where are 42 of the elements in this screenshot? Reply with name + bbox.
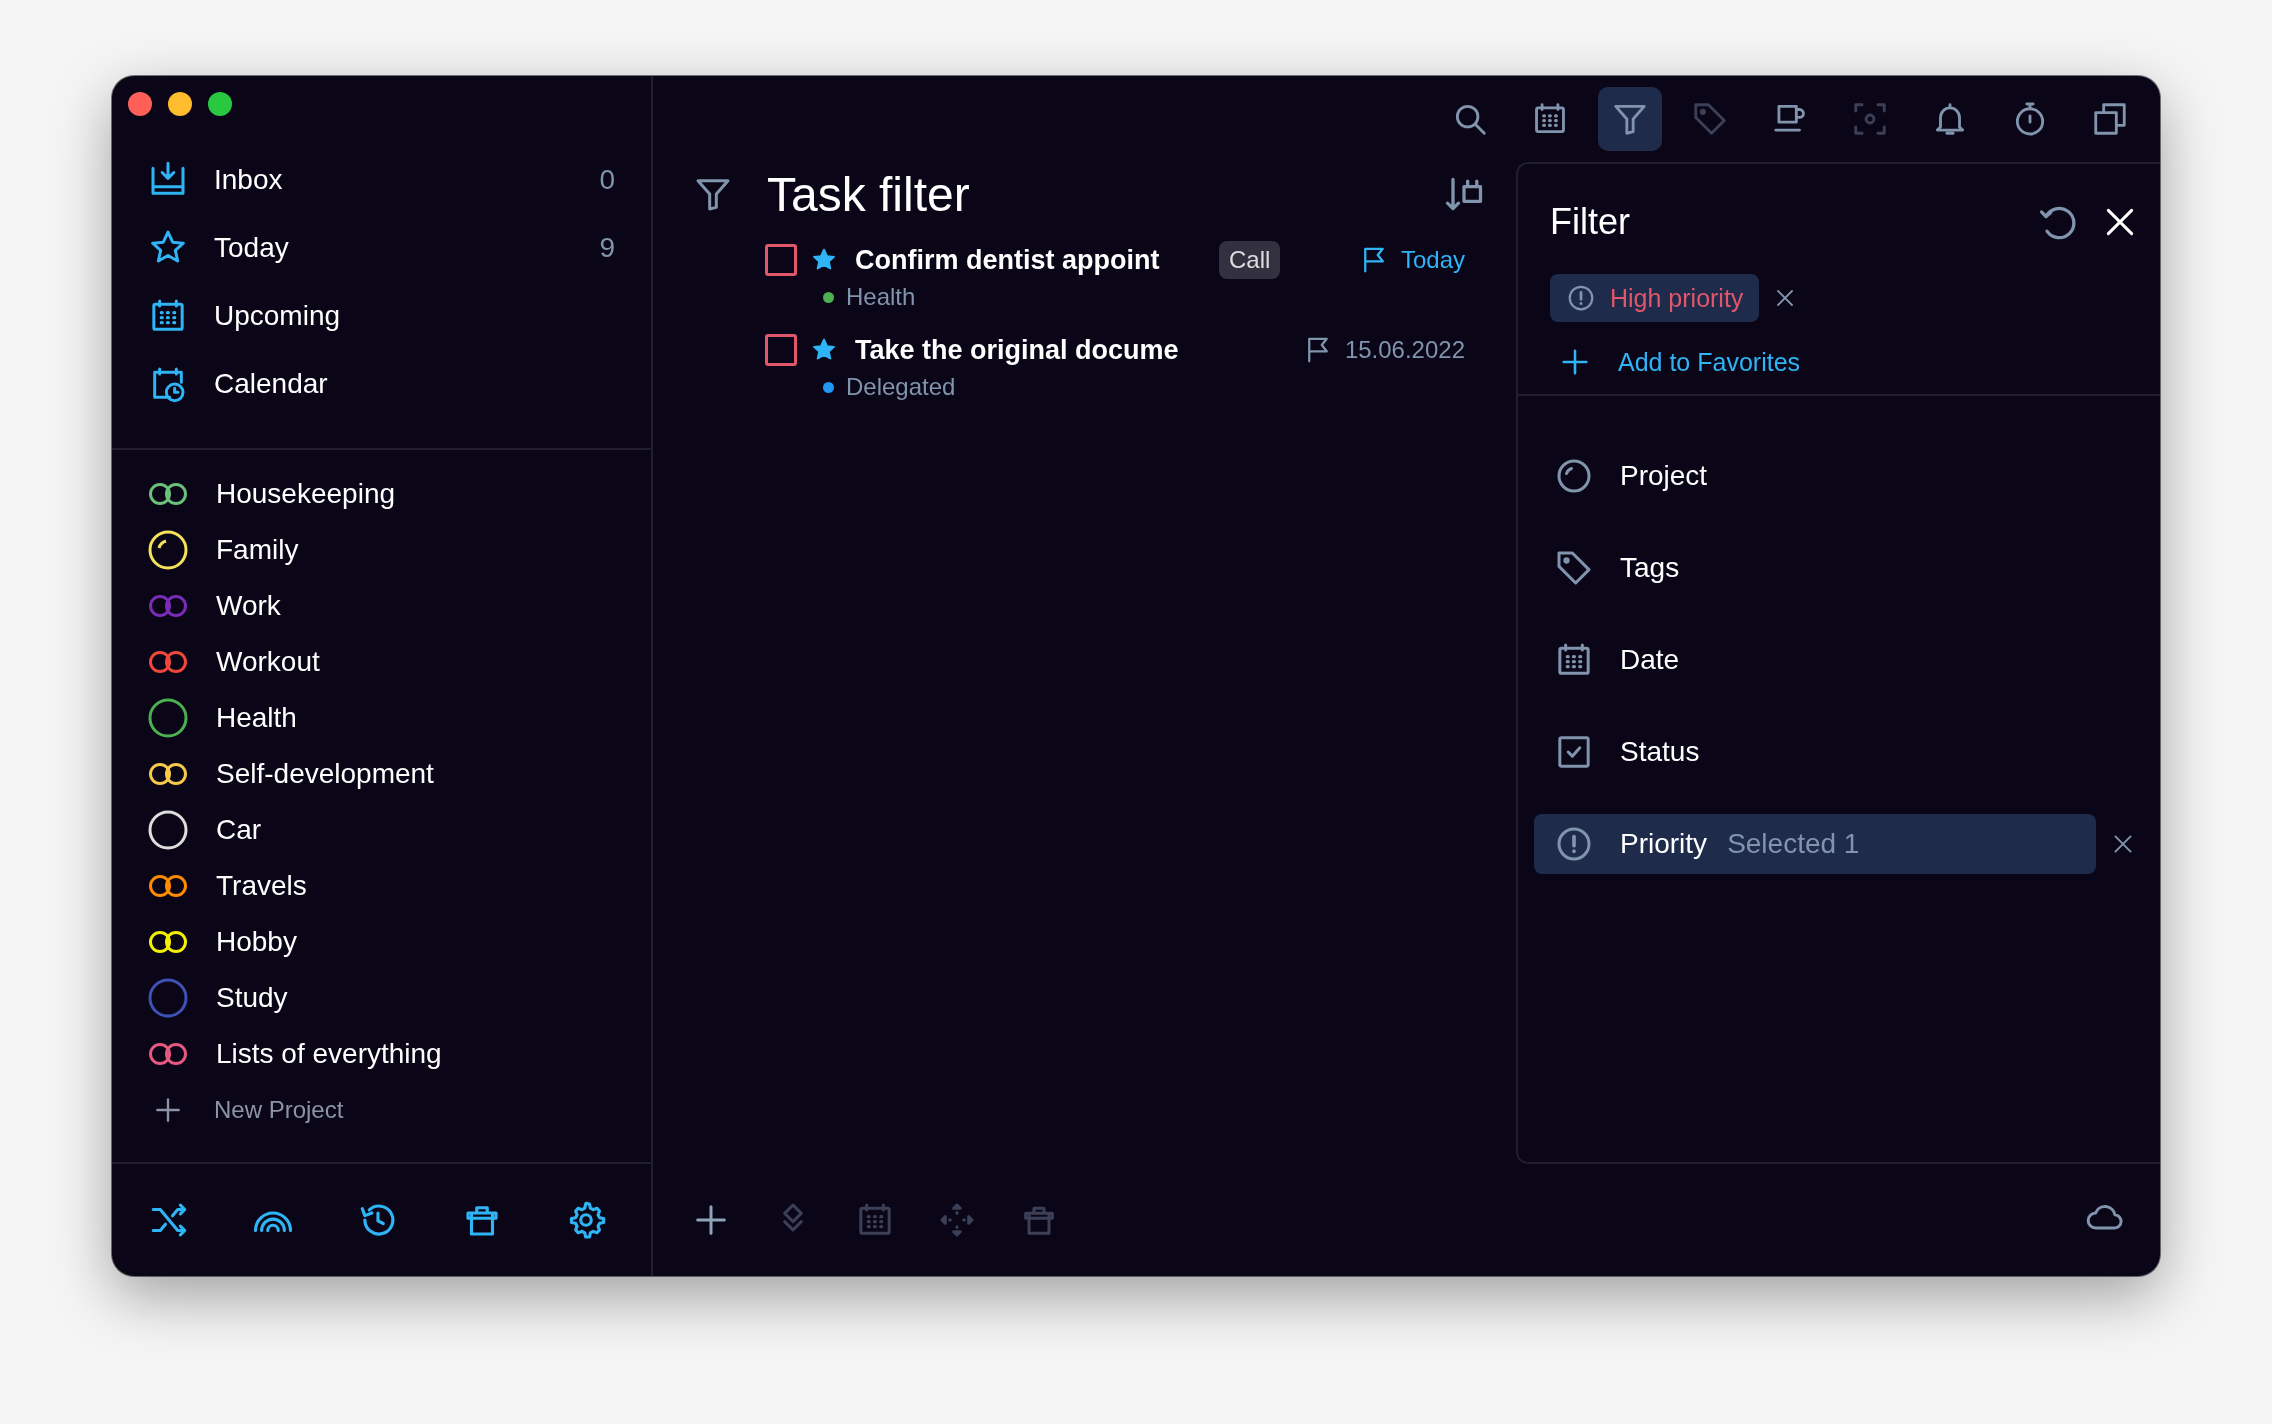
new-project-button[interactable]: New Project — [112, 1082, 651, 1138]
exclamation-circle-icon — [1566, 283, 1596, 313]
minimize-window-button[interactable] — [168, 92, 192, 116]
task-project: Delegated — [846, 373, 956, 401]
project-item[interactable]: Health — [112, 690, 651, 746]
focus-frame-icon — [1851, 100, 1889, 138]
zoom-window-button[interactable] — [208, 92, 232, 116]
toolbar-button[interactable] — [1598, 87, 1662, 151]
page-title: Task filter — [767, 166, 971, 222]
panel-title: Filter — [1550, 201, 1631, 243]
project-item[interactable]: Workout — [112, 634, 651, 690]
filter-option[interactable]: Tags — [1534, 538, 2096, 598]
task-title[interactable]: Take the original docume — [855, 333, 1185, 367]
project-item[interactable]: Hobby — [112, 914, 651, 970]
task-title[interactable]: Confirm dentist appoint — [855, 243, 1185, 277]
task-project: Health — [846, 283, 916, 311]
filter-option[interactable]: Date — [1534, 630, 2096, 690]
sidebar-item[interactable]: Inbox 0 — [112, 146, 651, 214]
sidebar-item[interactable]: Today 9 — [112, 214, 651, 282]
project-item[interactable]: Work — [112, 578, 651, 634]
sidebar-item[interactable]: Upcoming — [112, 282, 651, 350]
filter-option[interactable]: Project — [1534, 446, 2096, 506]
project-item[interactable]: Self-development — [112, 746, 651, 802]
filter-chip[interactable]: High priority — [1550, 274, 1760, 322]
task-tag: Call — [1219, 241, 1281, 279]
task-checkbox[interactable] — [765, 244, 797, 276]
filter-option[interactable]: Priority Selected 1 — [1534, 814, 2096, 874]
due-date: 15.06.2022 — [1344, 336, 1465, 364]
project-item[interactable]: Car — [112, 802, 651, 858]
filter-option[interactable]: Status — [1534, 722, 2096, 782]
copy-icon — [2091, 100, 2129, 138]
due-date: Today — [1400, 246, 1465, 274]
project-item[interactable]: Study — [112, 970, 651, 1026]
project-item[interactable]: Family — [112, 522, 651, 578]
close-window-button[interactable] — [128, 92, 152, 116]
task-checkbox[interactable] — [765, 334, 797, 366]
add-to-favorites-link[interactable]: Add to Favorites — [1518, 330, 2160, 394]
tag-icon — [1691, 100, 1729, 138]
sidebar-item[interactable]: Calendar — [112, 350, 651, 418]
project-item[interactable]: Housekeeping — [112, 466, 651, 522]
project-item[interactable]: Lists of everything — [112, 1026, 651, 1082]
project-item[interactable]: Travels — [112, 858, 651, 914]
